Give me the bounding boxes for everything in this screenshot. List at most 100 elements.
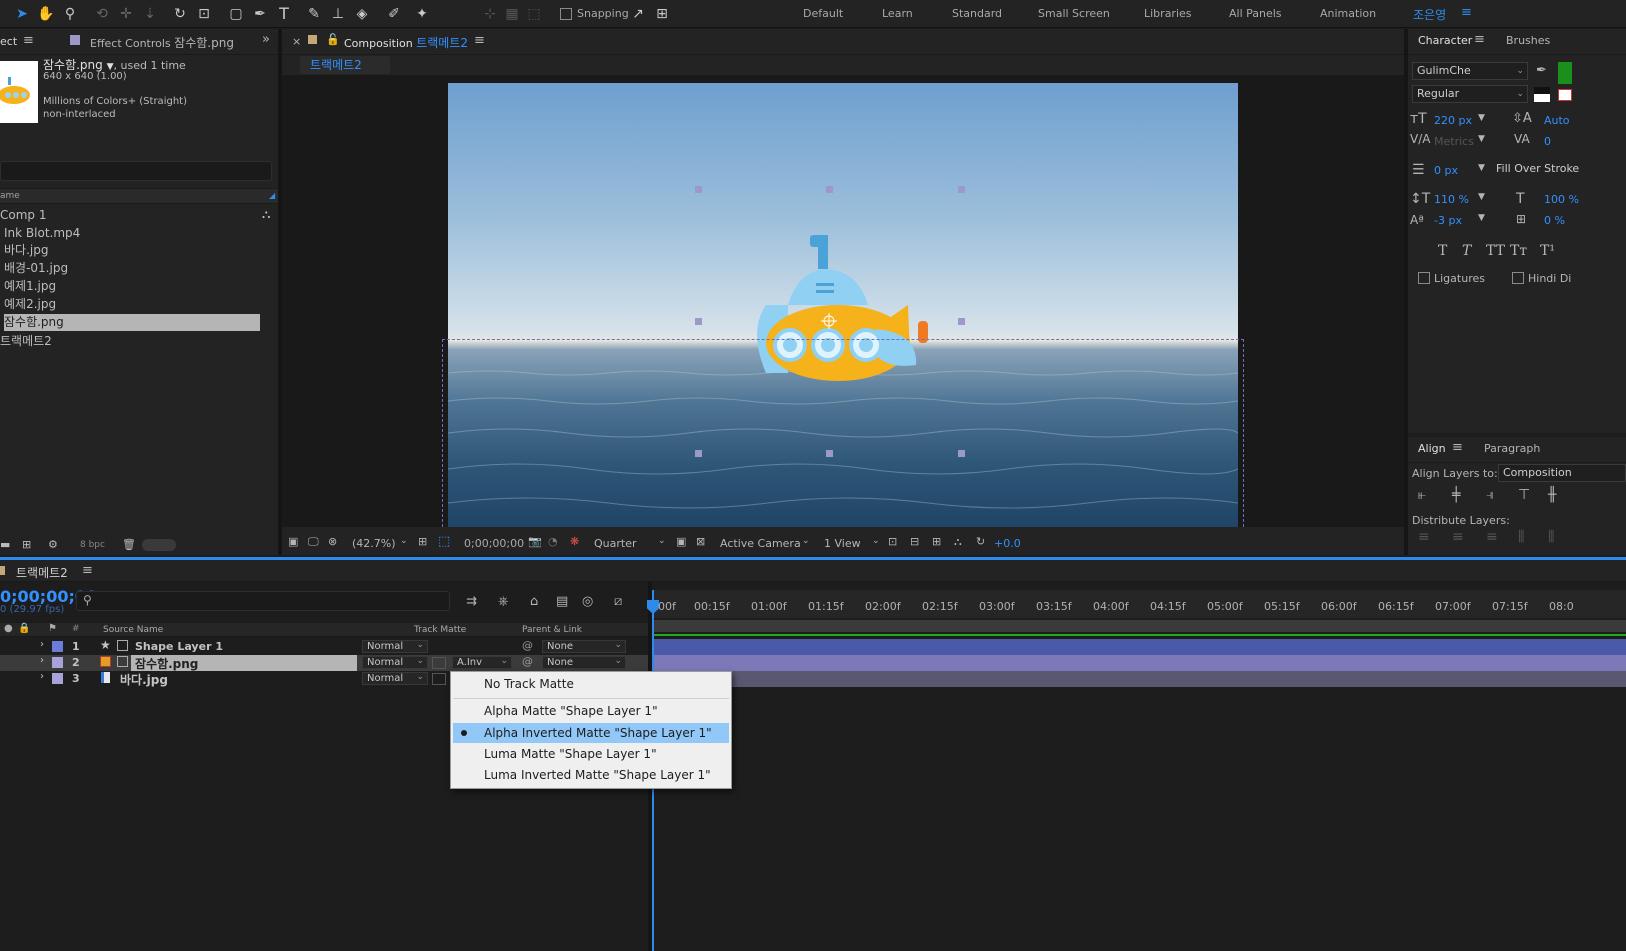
superscript-icon[interactable]: T¹	[1540, 243, 1555, 259]
parent-dropdown[interactable]: None ⌄	[542, 656, 626, 669]
brush-tool-icon[interactable]: ✎	[304, 4, 324, 24]
menu-item-luma-matte[interactable]: Luma Matte "Shape Layer 1"	[453, 744, 729, 764]
workspace-default[interactable]: Default	[803, 7, 843, 20]
expand-arrow-icon[interactable]: ›	[40, 655, 44, 666]
stroke-swap-swatch[interactable]	[1534, 87, 1550, 102]
stroke-width-value[interactable]: 0 px	[1434, 164, 1458, 177]
effect-controls-tab[interactable]: Effect Controls 잠수함.png	[90, 34, 234, 51]
dolly-camera-icon[interactable]: ⇣	[140, 4, 160, 24]
shy-layers-icon[interactable]: ⌂	[530, 594, 538, 609]
eraser-tool-icon[interactable]: ◈	[352, 4, 372, 24]
align-tab-menu-icon[interactable]: ≡	[1452, 440, 1463, 455]
expand-arrow-icon[interactable]: ›	[40, 639, 44, 650]
expand-arrow-icon[interactable]: ›	[40, 671, 44, 682]
frame-blending-icon[interactable]: ▤	[556, 594, 568, 609]
timeline-tab-menu-icon[interactable]: ≡	[82, 563, 93, 578]
workspace-small-screen[interactable]: Small Screen	[1038, 7, 1110, 20]
baseline-chevron-icon[interactable]: ▼	[1478, 213, 1485, 223]
grid-guides-icon[interactable]: ⊞	[418, 535, 427, 548]
layer-bar-3[interactable]	[732, 671, 1626, 687]
project-search-input[interactable]	[0, 161, 272, 181]
distribute-top-icon[interactable]: ≡	[1418, 529, 1430, 545]
menu-item-alpha-inverted-matte[interactable]: Alpha Inverted Matte "Shape Layer 1"	[453, 723, 729, 743]
blend-mode-dropdown[interactable]: Normal ⌄	[362, 656, 428, 669]
workspace-menu-icon[interactable]: ≡	[1461, 5, 1472, 20]
layer-name[interactable]: Shape Layer 1	[135, 640, 223, 653]
interpret-footage-icon[interactable]: ⚙	[48, 538, 58, 551]
align-tab[interactable]: Align	[1418, 442, 1446, 455]
transparency-grid-icon[interactable]: ⊠	[696, 535, 705, 548]
project-item-inkblot[interactable]: Ink Blot.mp4	[4, 225, 260, 242]
comp-mini-flowchart-icon[interactable]: ⇉	[466, 594, 477, 609]
project-item-comp1[interactable]: Comp 1	[0, 207, 256, 224]
rotate-tool-icon[interactable]: ↻	[170, 4, 190, 24]
align-vcenter-icon[interactable]: ╫	[1548, 487, 1556, 503]
horizontal-scale-value[interactable]: 100 %	[1544, 193, 1579, 206]
blend-mode-dropdown[interactable]: Normal ⌄	[362, 672, 428, 685]
menu-item-no-track-matte[interactable]: No Track Matte	[453, 674, 729, 694]
axis-local-icon[interactable]: ⊹	[480, 4, 500, 24]
puppet-pin-icon[interactable]: ✦	[412, 4, 432, 24]
pan-camera-icon[interactable]: ✛	[116, 4, 136, 24]
draft-3d-icon[interactable]: ⎈	[498, 594, 508, 609]
all-caps-icon[interactable]: TT	[1486, 243, 1505, 259]
always-preview-icon[interactable]: ▣	[288, 535, 298, 548]
align-left-icon[interactable]: ⫦	[1418, 487, 1426, 503]
hindi-digits-checkbox[interactable]	[1512, 272, 1524, 284]
track-matte-dropdown[interactable]: A.Inv ⌄	[452, 656, 512, 669]
timeline-icon[interactable]: ⊞	[932, 535, 941, 548]
flowchart-viewer-icon[interactable]: ⛬	[954, 535, 962, 549]
zoom-chevron-icon[interactable]: ⌄	[400, 536, 408, 546]
layer-bar-1[interactable]	[652, 639, 1626, 655]
project-tab-menu-icon[interactable]: ≡	[23, 33, 34, 48]
axis-view-icon[interactable]: ⬚	[524, 4, 544, 24]
blend-mode-dropdown[interactable]: Normal ⌄	[362, 640, 428, 653]
menu-item-luma-inverted-matte[interactable]: Luma Inverted Matte "Shape Layer 1"	[453, 765, 729, 785]
pan-behind-icon[interactable]: ⊡	[194, 4, 214, 24]
paragraph-tab[interactable]: Paragraph	[1484, 442, 1540, 455]
parent-dropdown[interactable]: None ⌄	[542, 640, 626, 653]
distribute-vcenter-icon[interactable]: ≡	[1452, 529, 1464, 545]
monitor-icon[interactable]: 🖵	[308, 535, 319, 549]
align-to-dropdown[interactable]: Composition	[1498, 464, 1626, 482]
faux-italic-icon[interactable]: T	[1462, 243, 1471, 259]
layer-row-2[interactable]: › 2 잠수함.png Normal ⌄ A.Inv ⌄ @ None ⌄	[0, 655, 648, 671]
camera-chevron-icon[interactable]: ⌄	[802, 536, 810, 546]
project-tab[interactable]: ect	[0, 35, 17, 48]
comp-breadcrumb[interactable]: 트랙메트2	[300, 56, 390, 74]
vertical-scale-value[interactable]: 110 %	[1434, 193, 1469, 206]
work-area-bar[interactable]	[652, 620, 1626, 632]
character-tab[interactable]: Character	[1418, 34, 1472, 47]
region-of-interest-icon[interactable]: ⬚	[438, 534, 450, 549]
vscale-chevron-icon[interactable]: ▼	[1478, 192, 1485, 202]
align-right-icon[interactable]: ⫣	[1486, 487, 1494, 503]
distribute-bottom-icon[interactable]: ≡	[1486, 529, 1498, 545]
menu-item-alpha-matte[interactable]: Alpha Matte "Shape Layer 1"	[453, 701, 729, 721]
distribute-left-icon[interactable]: ⫼	[1518, 529, 1524, 545]
zoom-tool-icon[interactable]: ⚲	[60, 4, 80, 24]
project-item-trackmatte2[interactable]: 트랙메트2	[0, 333, 256, 350]
track-matte-toggle[interactable]	[432, 657, 446, 669]
toggle-pixel-aspect-icon[interactable]: ⊡	[888, 535, 897, 548]
workspace-all-panels[interactable]: All Panels	[1229, 7, 1282, 20]
selection-tool-icon[interactable]: ➤	[12, 4, 32, 24]
snap-features-icon[interactable]: ⊞	[652, 4, 672, 24]
small-caps-icon[interactable]: Tт	[1510, 243, 1527, 259]
resolution-dropdown[interactable]: Quarter	[594, 537, 637, 550]
tracking-value[interactable]: 0	[1544, 135, 1551, 148]
font-size-chevron-icon[interactable]: ▼	[1478, 113, 1485, 123]
snap-edges-icon[interactable]: ↗	[628, 4, 648, 24]
font-style-dropdown[interactable]: Regular ⌄	[1412, 85, 1528, 103]
leading-value[interactable]: Auto	[1544, 114, 1570, 127]
axis-world-icon[interactable]: ▦	[502, 4, 522, 24]
resolution-chevron-icon[interactable]: ⌄	[658, 536, 666, 546]
kerning-chevron-icon[interactable]: ▼	[1478, 134, 1485, 144]
camera-dropdown[interactable]: Active Camera	[720, 537, 801, 550]
kerning-value[interactable]: Metrics	[1434, 135, 1474, 148]
pick-whip-icon[interactable]: @	[522, 655, 533, 668]
workspace-standard[interactable]: Standard	[952, 7, 1002, 20]
orbit-camera-icon[interactable]: ⟲	[92, 4, 112, 24]
parent-link-header[interactable]: Parent & Link	[522, 625, 582, 635]
character-tab-menu-icon[interactable]: ≡	[1474, 32, 1485, 47]
project-item-example1[interactable]: 예제1.jpg	[4, 278, 260, 295]
